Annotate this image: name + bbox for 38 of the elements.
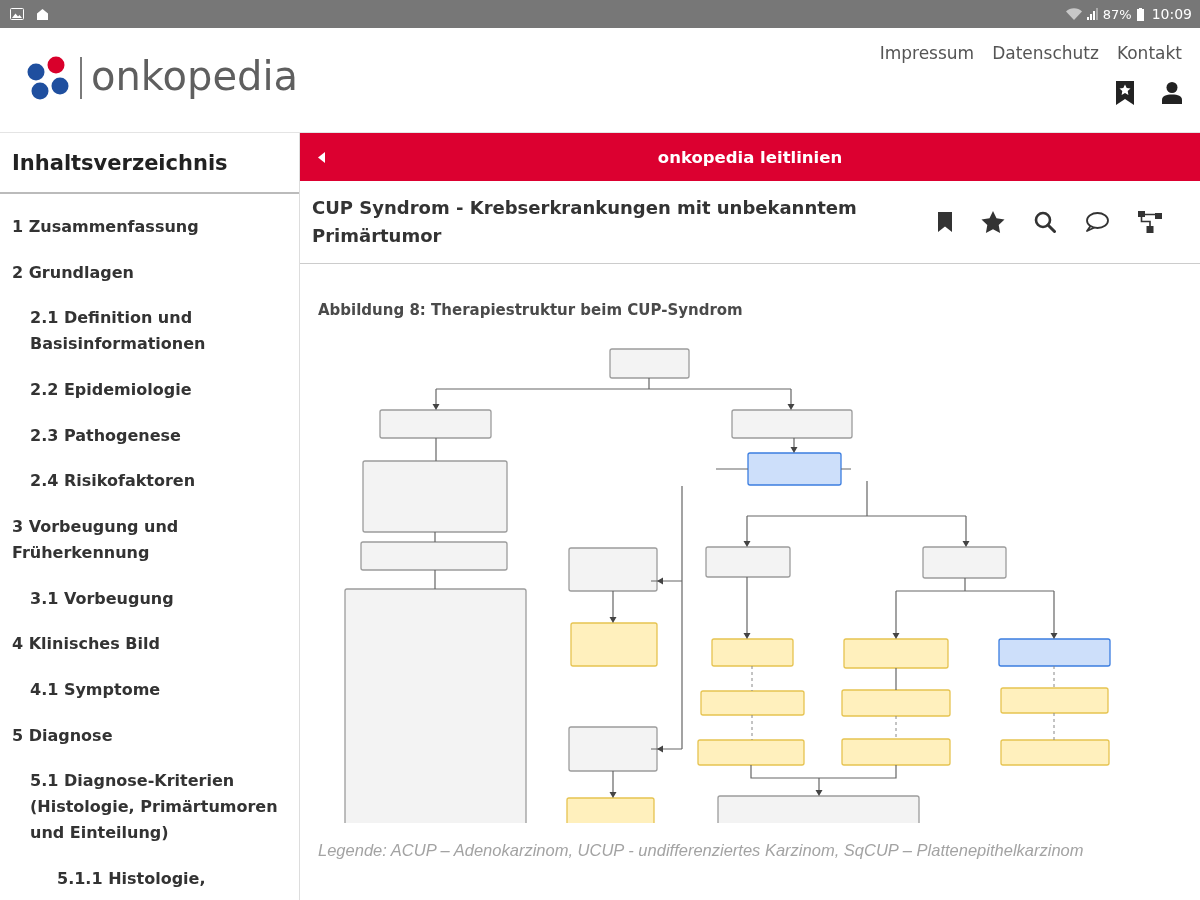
toc-link[interactable]: 5.1 Diagnose-Kriterien (Histologie, Primärtumoren und Einteilung)	[30, 768, 287, 847]
bookmark-icon[interactable]	[938, 212, 952, 232]
sidebar-title: Inhaltsverzeichnis	[12, 150, 228, 175]
house-icon	[37, 8, 48, 20]
toc-link[interactable]: 1 Zusammenfassung	[12, 214, 199, 240]
toc-link[interactable]: 2.1 Definition und Basisinformationen	[30, 305, 287, 358]
toc-link[interactable]: 3 Vorbeugung und Früherkennung	[12, 513, 287, 566]
user-icon[interactable]	[1162, 82, 1182, 104]
clock-time: 10:09	[1151, 6, 1192, 22]
toc-link[interactable]: 2.3 Pathogenese	[30, 422, 181, 449]
wifi-icon	[1065, 8, 1082, 20]
toc-link[interactable]: 4.1 Symptome	[30, 676, 161, 703]
toc-link[interactable]: 3.1 Vorbeugung	[30, 585, 174, 612]
image-icon	[10, 8, 24, 20]
toc-link[interactable]: 5 Diagnose	[12, 722, 113, 749]
logo-icon	[27, 56, 69, 100]
battery-percent: 87%	[1102, 6, 1132, 22]
toc-link[interactable]: 5.1.1 Histologie,	[57, 865, 206, 892]
search-icon[interactable]	[1034, 211, 1056, 233]
toc-link[interactable]: 2 Grundlagen	[12, 259, 134, 286]
figure-caption: Legende: ACUP – Adenokarzinom, UCUP - undifferenziertes Karzinom, SqCUP – Plattenepithelkarzinom	[318, 840, 1084, 861]
toc-link[interactable]: 2.2 Epidemiologie	[30, 376, 192, 403]
toc-link[interactable]: 2.4 Risikofaktoren	[30, 468, 196, 495]
caret-left-icon[interactable]	[318, 151, 325, 163]
battery-icon	[1136, 7, 1144, 21]
chat-bubble-icon[interactable]	[1085, 212, 1109, 232]
star-icon[interactable]	[981, 210, 1005, 234]
figure-title: Abbildung 8: Therapiestruktur beim CUP-Syndrom	[318, 300, 743, 321]
signal-icon	[1086, 8, 1098, 20]
sitemap-icon[interactable]	[1138, 211, 1162, 233]
toc-link[interactable]: 4 Klinisches Bild	[12, 631, 160, 658]
document-title: CUP Syndrom - Krebserkrankungen mit unbekanntem Primärtumor	[312, 196, 858, 248]
banner-title: onkopedia leitlinien	[657, 147, 843, 167]
bookmark-star-icon[interactable]	[1116, 81, 1134, 105]
logo-text: onkopedia	[91, 53, 299, 99]
nav-link[interactable]: Kontakt	[1116, 42, 1182, 64]
nav-link[interactable]: Datenschutz	[992, 42, 1099, 64]
nav-link[interactable]: Impressum	[879, 42, 975, 64]
